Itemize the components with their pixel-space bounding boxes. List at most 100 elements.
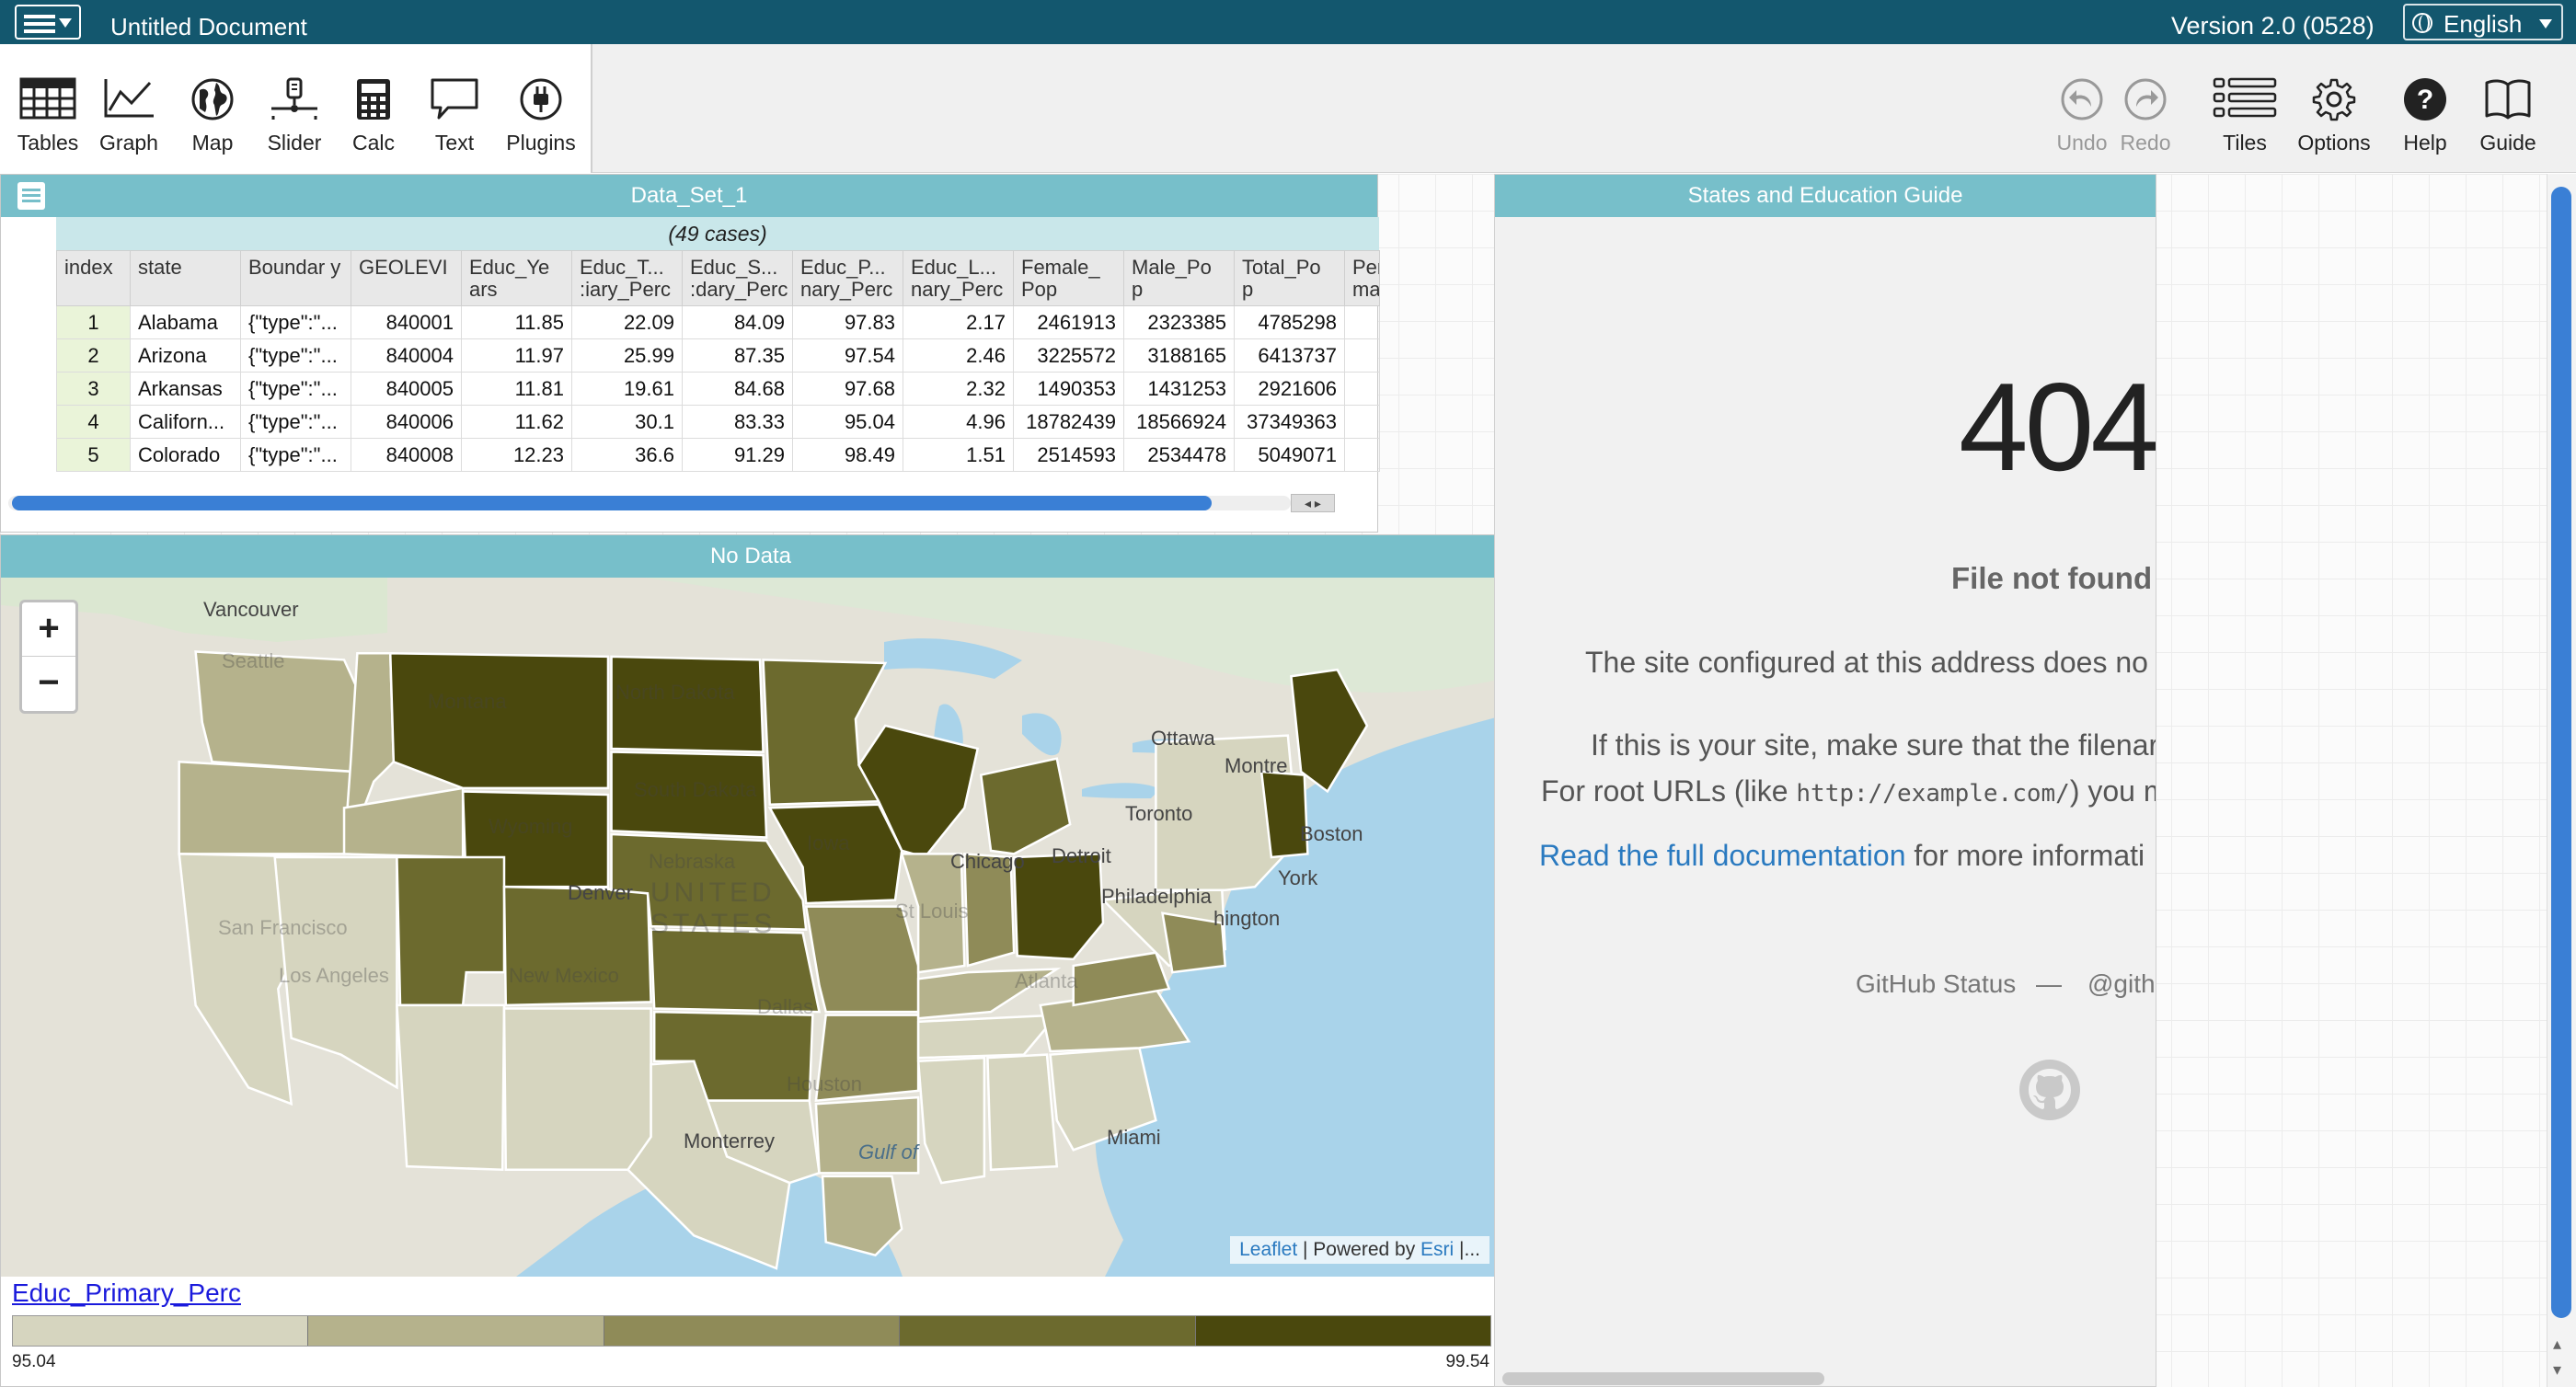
table-cell[interactable]: 2514593 — [1013, 438, 1124, 472]
legend-swatch[interactable] — [13, 1316, 309, 1346]
guide-title-bar[interactable]: States and Education Guide — [1495, 175, 2156, 217]
state-region[interactable] — [979, 757, 1072, 855]
state-region[interactable] — [821, 1175, 903, 1257]
column-header[interactable]: state — [130, 250, 241, 306]
legend-attribute-link[interactable]: Educ_Primary_Perc — [12, 1278, 241, 1308]
table-cell[interactable]: 11.97 — [461, 338, 572, 373]
table-row[interactable]: 5 Colorado {"type":"... 840008 12.23 36.6 91.2… — [56, 438, 1380, 472]
state-region[interactable] — [986, 1053, 1059, 1172]
table-cell[interactable]: 1490353 — [1013, 372, 1124, 406]
zoom-out-button[interactable]: − — [22, 657, 75, 711]
table-cell[interactable]: 2534478 — [1123, 438, 1235, 472]
column-header[interactable]: Female_ Pop — [1013, 250, 1124, 306]
column-header[interactable]: Educ_Ye ars — [461, 250, 572, 306]
table-cell[interactable]: 3 — [56, 372, 131, 406]
legend-swatch[interactable] — [1195, 1316, 1491, 1346]
scrollbar-thumb[interactable] — [2551, 187, 2571, 1318]
table-horizontal-scrollbar[interactable]: ◂ ▸ — [8, 494, 1335, 512]
table-cell[interactable]: 5049071 — [1234, 438, 1345, 472]
table-cell[interactable]: 19.61 — [571, 372, 683, 406]
table-cell[interactable]: 840008 — [351, 438, 462, 472]
legend-swatch[interactable] — [900, 1316, 1196, 1346]
table-cell[interactable]: 84.09 — [682, 305, 793, 339]
column-header[interactable]: index — [56, 250, 131, 306]
table-cell[interactable]: 4785298 — [1234, 305, 1345, 339]
esri-link[interactable]: Esri — [1420, 1239, 1454, 1260]
table-cell[interactable] — [1344, 305, 1380, 339]
scroll-down-icon[interactable]: ▾ — [2553, 1360, 2561, 1380]
documentation-link[interactable]: Read the full documentation — [1539, 839, 1905, 872]
guide-button[interactable]: Guide — [2467, 53, 2548, 156]
table-cell[interactable]: Alabama — [130, 305, 241, 339]
map-tool-button[interactable]: Map — [171, 53, 254, 156]
table-cell[interactable]: Arizona — [130, 338, 241, 373]
column-header[interactable]: Educ_P... nary_Perc — [792, 250, 903, 306]
table-cell[interactable]: 3225572 — [1013, 338, 1124, 373]
table-cell[interactable]: 97.83 — [792, 305, 903, 339]
table-cell[interactable] — [1344, 405, 1380, 439]
table-cell[interactable]: 12.23 — [461, 438, 572, 472]
legend-swatch[interactable] — [604, 1316, 901, 1346]
state-region[interactable] — [396, 1003, 506, 1172]
column-header[interactable]: Total_Po p — [1234, 250, 1345, 306]
table-cell[interactable]: 840001 — [351, 305, 462, 339]
table-row[interactable]: 4 Californ... {"type":"... 840006 11.62 30.1 8… — [56, 405, 1380, 439]
table-cell[interactable]: {"type":"... — [240, 305, 351, 339]
table-cell[interactable]: Colorado — [130, 438, 241, 472]
zoom-in-button[interactable]: + — [22, 602, 75, 657]
table-cell[interactable]: Californ... — [130, 405, 241, 439]
table-icon[interactable] — [17, 182, 45, 210]
legend-swatch[interactable] — [308, 1316, 604, 1346]
column-header[interactable]: Educ_S... :dary_Perc — [682, 250, 793, 306]
workspace-vertical-scrollbar[interactable]: ▴ ▾ — [2547, 174, 2576, 1387]
table-cell[interactable]: 37349363 — [1234, 405, 1345, 439]
legend-color-scale[interactable] — [12, 1315, 1491, 1347]
table-cell[interactable] — [1344, 372, 1380, 406]
table-cell[interactable]: 1 — [56, 305, 131, 339]
column-header[interactable]: Boundar y — [240, 250, 351, 306]
table-cell[interactable]: 30.1 — [571, 405, 683, 439]
column-header[interactable]: Male_Po p — [1123, 250, 1235, 306]
table-cell[interactable]: 11.81 — [461, 372, 572, 406]
table-cell[interactable]: {"type":"... — [240, 438, 351, 472]
table-cell[interactable]: 4.96 — [903, 405, 1014, 439]
language-menu-button[interactable]: English — [2403, 4, 2563, 40]
state-region[interactable] — [916, 1014, 1060, 1060]
document-title[interactable]: Untitled Document — [110, 13, 307, 41]
table-cell[interactable]: 97.68 — [792, 372, 903, 406]
scroll-arrows-icon[interactable]: ◂ ▸ — [1291, 494, 1335, 512]
column-header[interactable]: Educ_L... nary_Perc — [903, 250, 1014, 306]
state-region[interactable] — [178, 760, 356, 855]
table-cell[interactable]: {"type":"... — [240, 372, 351, 406]
table-cell[interactable]: 83.33 — [682, 405, 793, 439]
scrollbar-thumb[interactable] — [12, 496, 1212, 510]
table-cell[interactable]: 840005 — [351, 372, 462, 406]
state-region[interactable] — [762, 659, 888, 807]
table-cell[interactable]: Arkansas — [130, 372, 241, 406]
table-row[interactable]: 2 Arizona {"type":"... 840004 11.97 25.99 87.3… — [56, 338, 1380, 373]
table-row[interactable]: 1 Alabama {"type":"... 840001 11.85 22.09 84.0… — [56, 305, 1380, 339]
tables-tool-button[interactable]: Tables — [9, 53, 86, 156]
redo-button[interactable]: Redo — [2112, 53, 2179, 156]
table-cell[interactable]: 4 — [56, 405, 131, 439]
help-button[interactable]: ? Help — [2388, 53, 2462, 156]
table-cell[interactable]: 18782439 — [1013, 405, 1124, 439]
calc-tool-button[interactable]: Calc — [335, 53, 412, 156]
guide-horizontal-scrollbar[interactable] — [1502, 1372, 1824, 1385]
state-region[interactable] — [1290, 668, 1369, 794]
table-cell[interactable]: {"type":"... — [240, 338, 351, 373]
table-cell[interactable]: 840006 — [351, 405, 462, 439]
table-cell[interactable] — [1344, 438, 1380, 472]
column-header[interactable]: Per ma — [1344, 250, 1380, 306]
table-cell[interactable]: 22.09 — [571, 305, 683, 339]
table-cell[interactable] — [1344, 338, 1380, 373]
table-cell[interactable]: 97.54 — [792, 338, 903, 373]
options-button[interactable]: Options — [2291, 53, 2377, 156]
state-region[interactable] — [388, 651, 610, 790]
table-cell[interactable]: 2323385 — [1123, 305, 1235, 339]
column-header[interactable]: Educ_T... :iary_Perc — [571, 250, 683, 306]
github-octocat-icon[interactable] — [2019, 1060, 2080, 1120]
map-view[interactable]: Vancouver Seattle Montana North Dakota S… — [1, 578, 1502, 1277]
table-row[interactable]: 3 Arkansas {"type":"... 840005 11.81 19.61 84.… — [56, 372, 1380, 406]
github-status-link[interactable]: GitHub Status — [1856, 969, 2016, 999]
